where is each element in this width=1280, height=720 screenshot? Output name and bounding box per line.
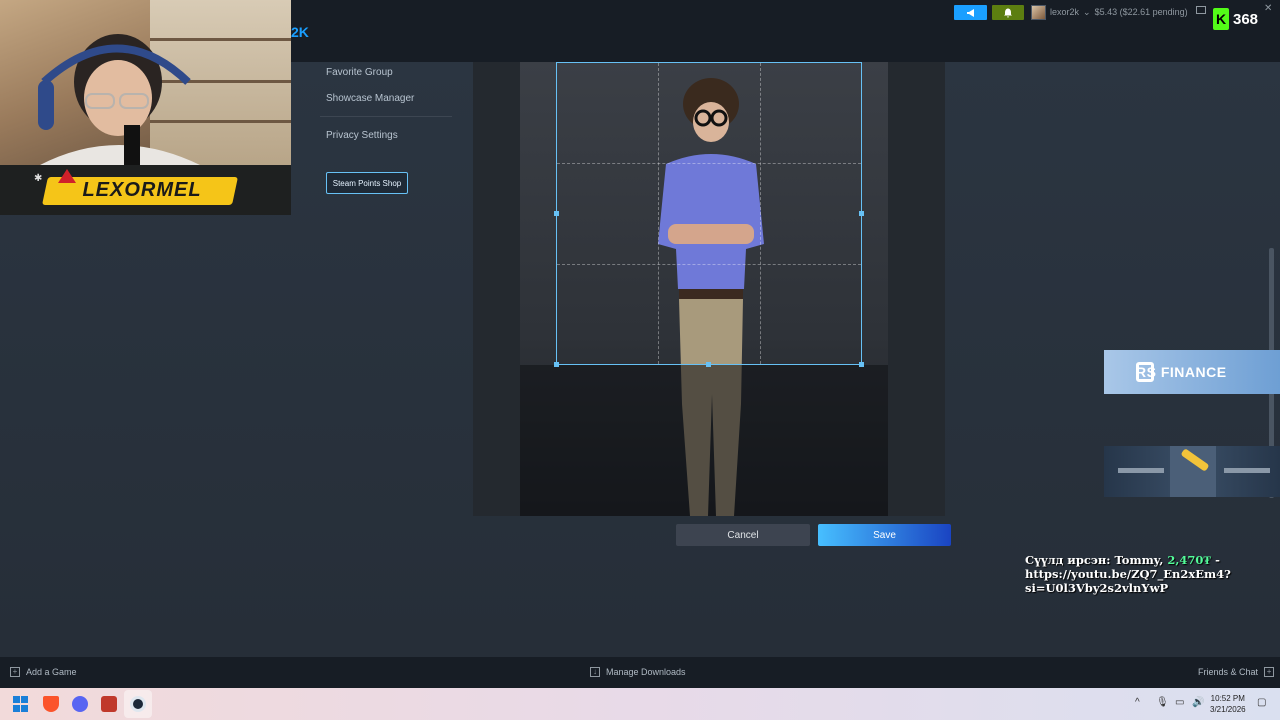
donation-amount: 2,470₮ [1167, 553, 1212, 567]
kick-viewer-counter: K 368 [1213, 8, 1258, 30]
announcements-button[interactable] [954, 5, 987, 20]
chat-icon: + [1264, 667, 1275, 677]
avatar-crop-editor [473, 62, 945, 516]
network-icon[interactable]: ▭ [1175, 697, 1184, 708]
notification-center-icon[interactable]: ▢ [1257, 697, 1266, 708]
friends-chat-button[interactable]: Friends & Chat + [1198, 667, 1275, 677]
notifications-button[interactable] [992, 5, 1024, 20]
streamer-name: LEXORMEL [82, 179, 202, 201]
taskbar-app-icon[interactable] [101, 696, 117, 712]
wallet-balance: $5.43 ($22.61 pending) [1094, 7, 1188, 17]
crop-handle-left[interactable] [554, 211, 559, 216]
windows-taskbar: ^ 🎙 ▭ 🔊 10:52 PM 3/21/2026 ▢ [0, 688, 1280, 720]
save-button[interactable]: Save [818, 524, 951, 546]
steam-bottom-bar: + Add a Game ↓ Manage Downloads Friends … [0, 657, 1280, 688]
manage-downloads-label: Manage Downloads [606, 667, 686, 677]
sponsor-banner: RS FINANCE [1104, 350, 1280, 394]
donation-prefix: Сүүлд ирсэн: Tommy, [1025, 553, 1168, 567]
profile-name-tail: 2K [291, 24, 309, 40]
crop-outside-mask [520, 365, 888, 516]
sidebar-item-showcase-manager[interactable]: Showcase Manager [326, 93, 414, 104]
streamer-webcam [0, 0, 291, 165]
chevron-down-icon: ⌄ [1083, 6, 1091, 17]
avatar [1031, 4, 1046, 20]
crop-selection-box[interactable] [554, 62, 864, 367]
sponsor-logo-icon [1136, 362, 1154, 382]
last-donation-alert: Сүүлд ирсэн: Tommy, 2,470₮ - https://you… [1025, 553, 1245, 595]
sidebar-divider [320, 116, 452, 117]
snowflake-icon: ✱ [34, 173, 43, 184]
crop-grid-line [760, 63, 761, 364]
account-menu[interactable]: lexor2k ⌄ $5.43 ($22.61 pending) [1031, 4, 1188, 20]
microphone-icon[interactable]: 🎙 [1156, 697, 1169, 708]
manage-downloads-button[interactable]: ↓ Manage Downloads [590, 667, 686, 677]
sidebar-item-favorite-group[interactable]: Favorite Group [326, 67, 393, 78]
crop-handle-right[interactable] [859, 211, 864, 216]
plus-icon: + [10, 667, 20, 677]
clock-time: 10:52 PM [1210, 694, 1245, 703]
account-name: lexor2k [1050, 7, 1080, 17]
bell-icon [1004, 8, 1012, 17]
crop-handle-bottom-left[interactable] [554, 362, 559, 367]
big-picture-icon[interactable] [1196, 6, 1206, 14]
sidebar-item-privacy-settings[interactable]: Privacy Settings [326, 130, 398, 141]
brave-browser-icon[interactable] [43, 696, 59, 712]
clock-date: 3/21/2026 [1210, 705, 1246, 714]
cancel-button[interactable]: Cancel [676, 524, 810, 546]
system-clock[interactable]: 10:52 PM 3/21/2026 [1210, 693, 1246, 715]
close-icon[interactable]: ✕ [1264, 3, 1272, 14]
add-game-button[interactable]: + Add a Game [10, 667, 77, 677]
download-icon: ↓ [590, 667, 600, 677]
crop-grid-line [557, 264, 861, 265]
crop-handle-bottom[interactable] [706, 362, 711, 367]
rifle-skin-icon [1118, 468, 1164, 473]
kick-logo-icon: K [1213, 8, 1229, 30]
add-game-label: Add a Game [26, 667, 77, 677]
crop-grid-line [557, 163, 861, 164]
crop-grid-line [658, 63, 659, 364]
steam-icon[interactable] [130, 696, 146, 712]
streamer-figure [38, 34, 200, 165]
megaphone-icon [966, 8, 974, 17]
windows-start-icon[interactable] [13, 696, 29, 712]
friends-chat-label: Friends & Chat [1198, 667, 1259, 677]
steam-points-shop-button[interactable]: Steam Points Shop [326, 172, 408, 194]
volume-icon[interactable]: 🔊 [1192, 697, 1204, 708]
crop-handle-bottom-right[interactable] [859, 362, 864, 367]
streamer-name-banner: ✱ LEXORMEL [0, 165, 291, 215]
rifle-skin-icon [1224, 468, 1270, 473]
chevron-up-icon[interactable]: ^ [1135, 697, 1140, 708]
discord-icon[interactable] [72, 696, 88, 712]
viewer-count: 368 [1233, 10, 1259, 28]
